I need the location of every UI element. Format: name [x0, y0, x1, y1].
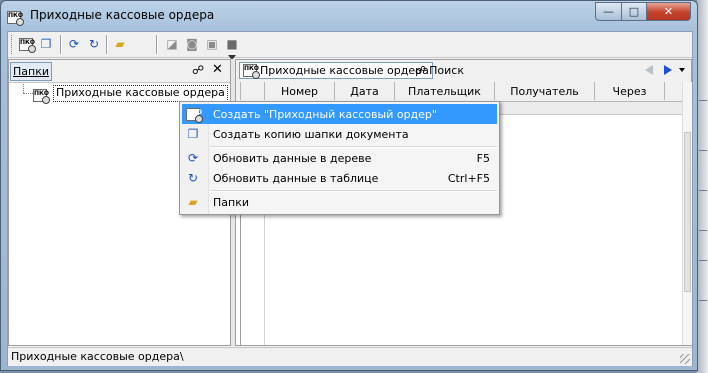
- tab-label: Приходные кассовые ордера: [260, 64, 429, 77]
- toolbar-separator: [106, 35, 108, 54]
- tree-connector: [23, 93, 33, 95]
- folder-icon[interactable]: ▰: [112, 36, 128, 52]
- clear-icon[interactable]: ▣: [204, 36, 220, 52]
- maximize-button[interactable]: □: [621, 2, 647, 21]
- menu-item-label: Обновить данные в таблице: [213, 172, 379, 185]
- column-header-via[interactable]: Через: [595, 82, 665, 100]
- folder-icon: ▰: [188, 195, 198, 209]
- resize-grip[interactable]: [680, 354, 690, 364]
- refresh-tree-icon[interactable]: ⟳: [66, 36, 82, 52]
- pko-icon: ПКО: [243, 64, 260, 79]
- vertical-scrollbar[interactable]: [682, 82, 692, 345]
- title-bar[interactable]: ПКО Приходные кассовые ордера — □ ✕: [1, 1, 697, 31]
- menu-item-label: Обновить данные в дереве: [213, 152, 372, 165]
- stamp-icon[interactable]: ◙: [184, 36, 200, 52]
- menu-item-shortcut: Ctrl+F5: [447, 172, 490, 185]
- toolbar-separator: [60, 35, 62, 54]
- binoculars-icon[interactable]: ☍: [192, 63, 204, 77]
- tab-label: Поиск: [429, 64, 464, 77]
- scroll-thumb[interactable]: [684, 132, 691, 292]
- pko-icon: ПКО: [33, 85, 51, 104]
- tree-connector: [23, 84, 25, 93]
- column-header-recipient[interactable]: Получатель: [495, 82, 595, 100]
- close-panel-icon[interactable]: ✕: [212, 62, 223, 77]
- folders-tab[interactable]: Папки: [10, 62, 52, 81]
- nav-forward-icon[interactable]: [664, 65, 672, 75]
- folders-header: Папки ☍ ✕: [9, 60, 230, 83]
- column-header-icon[interactable]: [241, 82, 265, 100]
- close-button[interactable]: ✕: [646, 2, 691, 21]
- copy-doc-icon: ❐: [187, 127, 199, 141]
- menu-item-create-pko[interactable]: ПКО Создать "Приходный кассовый ордер": [182, 104, 497, 124]
- close-icon: ✕: [663, 5, 674, 18]
- tab-search[interactable]: ☍ Поиск: [412, 62, 467, 79]
- nav-dropdown-icon[interactable]: [679, 68, 685, 72]
- menu-item-label: Создать "Приходный кассовый ордер": [213, 108, 437, 121]
- context-menu: ПКО Создать "Приходный кассовый ордер" ❐…: [179, 101, 500, 215]
- tree-item-pko[interactable]: Приходные кассовые ордера: [53, 85, 228, 102]
- refresh-table-icon[interactable]: ↻: [86, 36, 102, 52]
- column-header-payer[interactable]: Плательщик: [395, 82, 495, 100]
- minimize-icon: —: [603, 5, 614, 18]
- new-doc-icon[interactable]: ПКО: [18, 36, 36, 53]
- status-bar: Приходные кассовые ордера\: [8, 347, 692, 366]
- eraser-icon[interactable]: ◪: [164, 36, 180, 52]
- documents-tabs: ПКО Приходные кассовые ордера ☍ Поиск: [236, 60, 691, 83]
- menu-item-label: Папки: [213, 196, 249, 209]
- desktop-background: [697, 0, 708, 373]
- menu-item-refresh-tree[interactable]: ⟳ Обновить данные в дереве F5: [182, 148, 497, 168]
- column-header-number[interactable]: Номер: [265, 82, 335, 100]
- toolbar-separator: [156, 35, 158, 54]
- refresh-tree-icon: ⟳: [187, 151, 199, 165]
- minimize-button[interactable]: —: [595, 2, 622, 21]
- menu-item-label: Создать копию шапки документа: [213, 128, 409, 141]
- binoculars-icon: ☍: [415, 64, 427, 77]
- tab-pko[interactable]: ПКО Приходные кассовые ордера: [239, 62, 433, 79]
- toolbar-grip[interactable]: [11, 35, 15, 54]
- menu-item-shortcut: F5: [476, 152, 490, 165]
- status-path: Приходные кассовые ордера\: [11, 350, 184, 363]
- pko-icon: ПКО: [185, 106, 203, 123]
- nav-back-icon[interactable]: [645, 65, 653, 75]
- refresh-table-icon: ↻: [187, 171, 199, 185]
- table-header: Номер Дата Плательщик Получатель Через: [236, 82, 682, 102]
- delete-icon[interactable]: ■: [224, 36, 240, 52]
- column-header-date[interactable]: Дата: [335, 82, 395, 100]
- menu-item-folders[interactable]: ▰ Папки: [182, 192, 497, 212]
- window-title: Приходные кассовые ордера: [30, 8, 215, 22]
- maximize-icon: □: [628, 5, 640, 18]
- menu-item-refresh-table[interactable]: ↻ Обновить данные в таблице Ctrl+F5: [182, 168, 497, 188]
- app-icon: ПКО: [7, 7, 25, 26]
- menu-item-copy-header[interactable]: ❐ Создать копию шапки документа: [182, 124, 497, 144]
- toolbar: ПКО ❐ ⟳ ↻ ▰ ◪ ◙ ▣ ■: [8, 32, 692, 58]
- copy-doc-icon[interactable]: ❐: [38, 36, 54, 52]
